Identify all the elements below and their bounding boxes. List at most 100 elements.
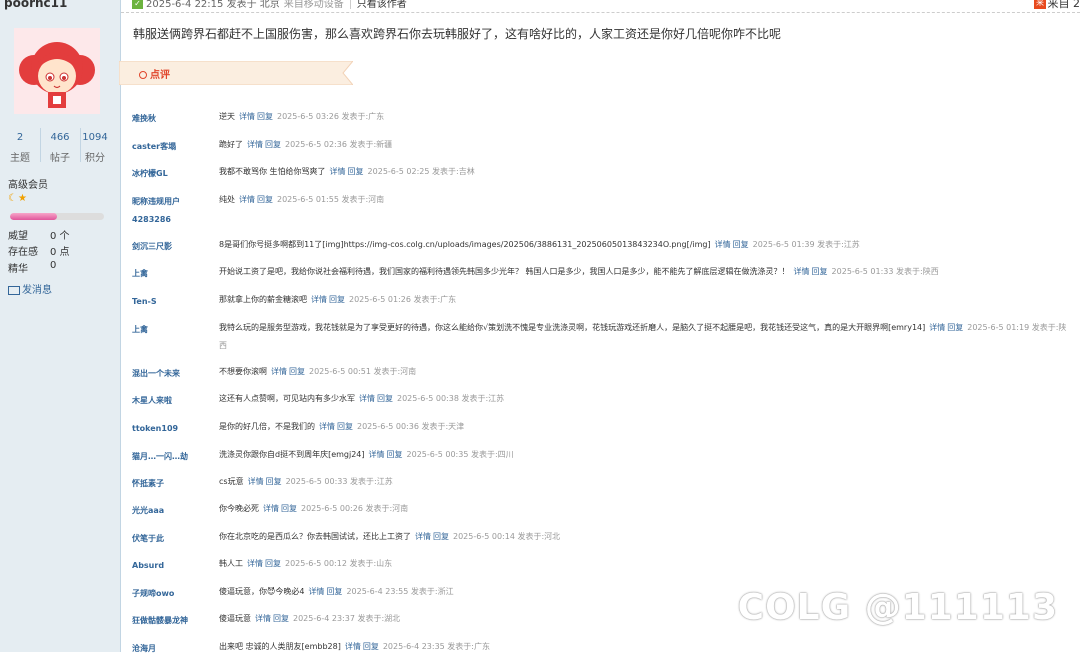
comment-meta: 2025-6-5 01:26 发表于:广东 <box>349 295 456 304</box>
comment-reply-link[interactable]: 回复 <box>947 323 963 332</box>
comment-detail-link[interactable]: 详情 <box>319 422 335 431</box>
comment-author[interactable]: ttoken109 <box>132 420 178 438</box>
comment-detail-link[interactable]: 详情 <box>345 642 361 651</box>
comment-detail-link[interactable]: 详情 <box>794 267 810 276</box>
comment-reply-link[interactable]: 回复 <box>348 167 364 176</box>
comment-reply-link[interactable]: 回复 <box>812 267 828 276</box>
stat-points-count[interactable]: 1094 <box>75 132 115 143</box>
comment-author[interactable]: 木星人来啦 <box>132 392 172 410</box>
comment-body: 不想要你滚啊详情回复2025-6-5 00:51 发表于:河南 <box>219 363 1072 381</box>
envelope-icon <box>8 286 20 295</box>
comment-author[interactable]: 冰柠檬GL <box>132 165 168 183</box>
comment-reply-link[interactable]: 回复 <box>273 614 289 623</box>
stat-posts-label: 帖子 <box>40 149 80 164</box>
comment-reply-link[interactable]: 回复 <box>363 642 379 651</box>
comment-detail-link[interactable]: 详情 <box>247 559 263 568</box>
comment-author[interactable]: 混出一个未来 <box>132 365 180 383</box>
stat-posts-count[interactable]: 466 <box>40 132 80 143</box>
comment-author[interactable]: 伏笔于此 <box>132 530 164 548</box>
comment-reply-link[interactable]: 回复 <box>265 140 281 149</box>
member-rank[interactable]: 高级会员 <box>8 176 48 191</box>
comment-detail-link[interactable]: 详情 <box>239 195 255 204</box>
comment-reply-link[interactable]: 回复 <box>377 394 393 403</box>
comment-detail-link[interactable]: 详情 <box>359 394 375 403</box>
comment-meta: 2025-6-5 00:26 发表于:河南 <box>301 504 408 513</box>
comment-reply-link[interactable]: 回复 <box>733 240 749 249</box>
stat-topics[interactable]: 2 主题 <box>0 128 41 162</box>
attr-essence-value: 0 <box>50 260 56 271</box>
author-username[interactable]: poorhc11 <box>4 0 67 10</box>
from-icon: 来 <box>1034 0 1046 9</box>
comment-meta: 2025-6-5 02:36 发表于:新疆 <box>285 140 392 149</box>
comment-reply-link[interactable]: 回复 <box>281 504 297 513</box>
comment-meta: 2025-6-5 01:39 发表于:江苏 <box>753 240 860 249</box>
comment-detail-link[interactable]: 详情 <box>330 167 346 176</box>
comment-text: 出来吧 忠诚的人类朋友[embb28] <box>219 642 341 651</box>
comment-detail-link[interactable]: 详情 <box>311 295 327 304</box>
send-message-button[interactable]: 发消息 <box>8 281 52 296</box>
stat-points[interactable]: 1094 积分 <box>75 128 115 164</box>
post-timestamp: 2025-6-4 22:15 发表于 北京 <box>146 0 280 10</box>
author-only-link[interactable]: 只看该作者 <box>357 0 407 10</box>
comment-reply-link[interactable]: 回复 <box>257 195 273 204</box>
comment-author[interactable]: 光光aaa <box>132 502 164 520</box>
comment-text: 开始说工资了是吧，我给你说社会福利待遇，我们国家的福利待遇领先韩国多少光年？ 韩… <box>219 267 790 276</box>
comment-body: 开始说工资了是吧，我给你说社会福利待遇，我们国家的福利待遇领先韩国多少光年？ 韩… <box>219 263 1072 281</box>
comment-author[interactable]: 上禽 <box>132 265 148 283</box>
comment-text: 韩人工 <box>219 559 243 568</box>
send-message-label[interactable]: 发消息 <box>22 285 52 296</box>
mobile-device-label: 来自移动设备 <box>284 0 344 10</box>
comment-detail-link[interactable]: 详情 <box>308 587 324 596</box>
comment-reply-link[interactable]: 回复 <box>329 295 345 304</box>
comment-detail-link[interactable]: 详情 <box>248 477 264 486</box>
comment-author[interactable]: 上禽 <box>132 321 148 339</box>
comment-reply-link[interactable]: 回复 <box>265 559 281 568</box>
comment-meta: 2025-6-5 00:38 发表于:江苏 <box>397 394 504 403</box>
comment-author[interactable]: 沧海月 <box>132 640 156 658</box>
comment-author[interactable]: caster客塌 <box>132 138 176 156</box>
comment-label-text: 点评 <box>150 70 170 81</box>
comment-meta: 2025-6-5 01:33 发表于:陕西 <box>832 267 939 276</box>
comment-author[interactable]: 昵称违规用户 4283286 <box>132 193 180 229</box>
comment-author[interactable]: 子规啼owo <box>132 585 174 603</box>
comment-text: 是你的好几倍，不是我们的 <box>219 422 315 431</box>
comment-reply-link[interactable]: 回复 <box>289 367 305 376</box>
comment-detail-link[interactable]: 详情 <box>415 532 431 541</box>
comment-text: 我都不敢骂你 生怕给你骂爽了 <box>219 167 326 176</box>
author-stats: 2 主题 466 帖子 1094 积分 <box>0 128 120 164</box>
from-link[interactable]: 来自 2 <box>1048 0 1080 11</box>
comment-meta: 2025-6-5 02:25 发表于:吉林 <box>368 167 475 176</box>
comment-text: 8是哥们你号挺多啊都到11了[img]https://img-cos.colg.… <box>219 240 711 249</box>
comment-detail-link[interactable]: 详情 <box>929 323 945 332</box>
comment-detail-link[interactable]: 详情 <box>715 240 731 249</box>
comment-author[interactable]: 剑沉三尺影 <box>132 238 172 256</box>
comment-text: 傻逼玩意 <box>219 614 251 623</box>
comment-reply-link[interactable]: 回复 <box>387 450 403 459</box>
comment-author[interactable]: Ten-S <box>132 293 157 311</box>
comment-detail-link[interactable]: 详情 <box>239 112 255 121</box>
comment-author[interactable]: Absurd <box>132 557 164 575</box>
rank-stars-icon: ☾★ <box>8 193 28 204</box>
comment-detail-link[interactable]: 详情 <box>271 367 287 376</box>
comment-author[interactable]: 狂做骷髅暴龙神 <box>132 612 188 630</box>
comment-detail-link[interactable]: 详情 <box>255 614 271 623</box>
comment-reply-link[interactable]: 回复 <box>337 422 353 431</box>
comment-author[interactable]: 猫月…一闪…劫 <box>132 448 188 466</box>
post-info-bar: ✓ 2025-6-4 22:15 发表于 北京来自移动设备只看该作者 来 来自 … <box>121 0 1080 13</box>
watermark: COLG @111113 <box>738 587 1058 628</box>
comment-body: 你今晚必死详情回复2025-6-5 00:26 发表于:河南 <box>219 500 1072 518</box>
comment-reply-link[interactable]: 回复 <box>326 587 342 596</box>
comment-reply-link[interactable]: 回复 <box>433 532 449 541</box>
comment-author[interactable]: 难挽秋 <box>132 110 156 128</box>
avatar[interactable] <box>14 28 100 114</box>
stat-topics-count[interactable]: 2 <box>0 132 40 143</box>
comment-detail-link[interactable]: 详情 <box>247 140 263 149</box>
comment-reply-link[interactable]: 回复 <box>266 477 282 486</box>
comment-author[interactable]: 怀抵素子 <box>132 475 164 493</box>
attr-presence-label: 存在感 <box>8 247 38 258</box>
comment-body: 出来吧 忠诚的人类朋友[embb28]详情回复2025-6-4 23:35 发表… <box>219 638 1072 656</box>
attr-presence: 存在感 0 点 <box>8 243 38 258</box>
comment-detail-link[interactable]: 详情 <box>263 504 279 513</box>
comment-detail-link[interactable]: 详情 <box>369 450 385 459</box>
comment-reply-link[interactable]: 回复 <box>257 112 273 121</box>
